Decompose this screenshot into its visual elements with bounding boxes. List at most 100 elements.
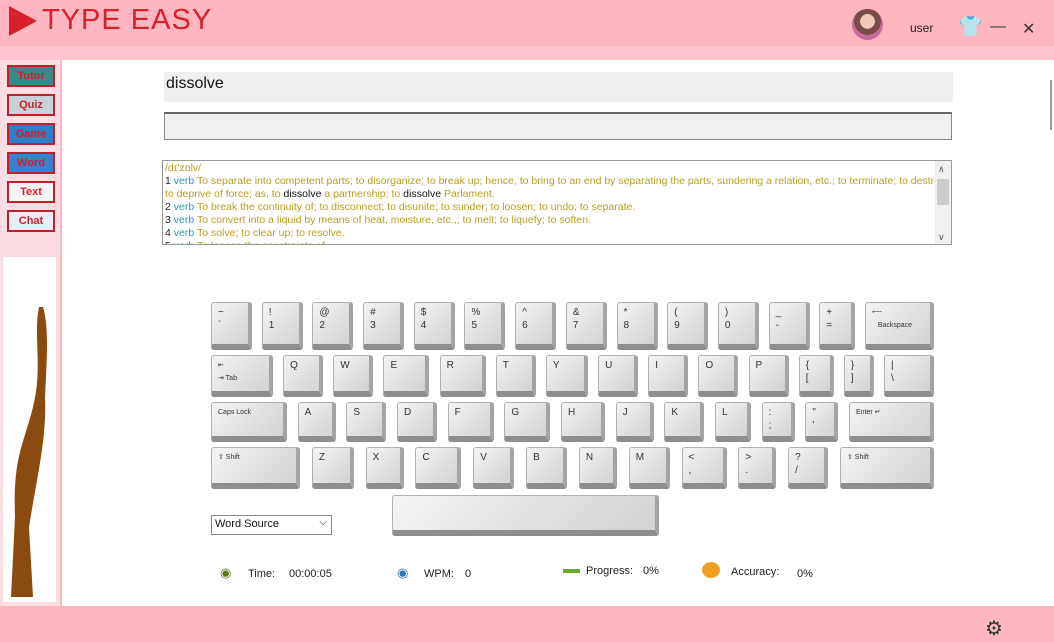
key---Tab[interactable]: ⇤ ⇥ Tab: [211, 355, 273, 397]
key--5[interactable]: % 5: [464, 302, 506, 350]
key-O[interactable]: O: [698, 355, 739, 397]
accuracy-value: 0%: [797, 568, 813, 580]
key-G[interactable]: G: [504, 402, 551, 442]
key-H[interactable]: H: [561, 402, 605, 442]
gear-icon[interactable]: ⚙: [985, 616, 1003, 641]
typing-input[interactable]: [164, 112, 952, 140]
key-W[interactable]: W: [333, 355, 374, 397]
key--6[interactable]: ^ 6: [515, 302, 557, 350]
key-J[interactable]: J: [615, 402, 654, 442]
nav-game-button[interactable]: Game: [7, 123, 55, 145]
window-edge: [1050, 80, 1052, 130]
key--7[interactable]: & 7: [565, 302, 607, 350]
part-of-speech: verb: [173, 175, 195, 187]
key--1[interactable]: ! 1: [261, 302, 303, 350]
key--[interactable]: } ]: [843, 355, 874, 397]
progress-label: Progress:: [586, 565, 634, 577]
logo-arrow-icon: [9, 6, 37, 36]
target-word: dissolve: [164, 72, 953, 102]
wpm-label: WPM:: [424, 568, 454, 580]
title-bar: TYPE EASY user 👕 — ✕: [0, 0, 1054, 46]
wpm-value: 0: [465, 568, 472, 580]
sense-text: To solve; to clear up; to resolve.: [196, 227, 345, 239]
sense-number: 2: [165, 201, 171, 213]
nav-chat-button[interactable]: Chat: [7, 210, 55, 232]
key-M[interactable]: M: [628, 447, 670, 489]
definition-box[interactable]: /dɪ'zɒlv/ 1 verb To separate into compet…: [162, 160, 952, 245]
key--[interactable]: : ;: [761, 402, 795, 442]
nav-quiz-button[interactable]: Quiz: [7, 94, 55, 116]
key-U[interactable]: U: [598, 355, 639, 397]
key-Q[interactable]: Q: [283, 355, 324, 397]
definition-sense: 1 verb To separate into competent parts;…: [165, 175, 949, 201]
key-R[interactable]: R: [439, 355, 486, 397]
wpm-icon: ◉: [397, 565, 409, 580]
key-C[interactable]: C: [415, 447, 462, 489]
key--3[interactable]: # 3: [363, 302, 405, 350]
key-B[interactable]: B: [526, 447, 568, 489]
key-S[interactable]: S: [346, 402, 387, 442]
key--Backspace[interactable]: ⟵ Backspace: [865, 302, 934, 350]
key--[interactable]: " ': [805, 402, 839, 442]
key--Shift[interactable]: ⇧ Shift: [840, 447, 934, 489]
nav-word-button[interactable]: Word: [7, 152, 55, 174]
sense-number: 4: [165, 227, 171, 239]
username[interactable]: user: [910, 21, 933, 35]
key-Z[interactable]: Z: [311, 447, 354, 489]
theme-shirt-icon[interactable]: 👕: [958, 14, 983, 39]
avatar[interactable]: [852, 9, 883, 40]
key-P[interactable]: P: [748, 355, 789, 397]
sense-text: a partnership; to: [321, 188, 404, 200]
key-Y[interactable]: Y: [545, 355, 588, 397]
key--4[interactable]: $ 4: [413, 302, 455, 350]
key--[interactable]: + =: [819, 302, 856, 350]
keyword: dissolve: [403, 188, 442, 200]
definition-scrollbar[interactable]: ∧ ∨: [935, 161, 951, 244]
key-F[interactable]: F: [447, 402, 494, 442]
key-L[interactable]: L: [715, 402, 751, 442]
key-D[interactable]: D: [397, 402, 437, 442]
key--[interactable]: ~ `: [211, 302, 252, 350]
close-button[interactable]: ✕: [1022, 19, 1035, 39]
key--0[interactable]: ) 0: [717, 302, 759, 350]
progress-icon: [563, 569, 580, 573]
part-of-speech: verb: [173, 201, 195, 213]
nav-tutor-button[interactable]: Tutor: [7, 65, 55, 87]
key-K[interactable]: K: [664, 402, 705, 442]
key-Caps-Lock[interactable]: Caps Lock: [211, 402, 287, 442]
key-space[interactable]: [392, 495, 659, 536]
key--[interactable]: { [: [798, 355, 834, 397]
key--Shift[interactable]: ⇧ Shift: [211, 447, 300, 489]
key-X[interactable]: X: [365, 447, 404, 489]
chevron-down-icon: ⌵: [319, 517, 327, 528]
key--9[interactable]: ( 9: [667, 302, 709, 350]
key-N[interactable]: N: [578, 447, 617, 489]
sense-text: To break the continuity of; to disconnec…: [196, 201, 636, 213]
giraffe-illustration: [3, 257, 56, 602]
minimize-button[interactable]: —: [990, 18, 1006, 36]
key--[interactable]: > .: [738, 447, 777, 489]
scroll-down-icon[interactable]: ∨: [938, 231, 945, 244]
definition-sense: 3 verb To convert into a liquid by means…: [165, 214, 949, 227]
scroll-up-icon[interactable]: ∧: [938, 163, 945, 176]
key-_--[interactable]: _ -: [768, 302, 810, 350]
sense-number: 3: [165, 214, 171, 226]
key--2[interactable]: @ 2: [312, 302, 354, 350]
key-I[interactable]: I: [648, 355, 689, 397]
key-T[interactable]: T: [495, 355, 536, 397]
key-Enter-[interactable]: Enter ↵: [849, 402, 934, 442]
key-V[interactable]: V: [473, 447, 515, 489]
sense-text: To loosen the constraints of.: [197, 240, 328, 244]
sidebar: Tutor Quiz Game Word Text Chat: [0, 60, 60, 606]
nav-text-button[interactable]: Text: [7, 181, 55, 203]
scroll-thumb[interactable]: [937, 179, 949, 205]
word-source-select[interactable]: Word Source ⌵: [211, 515, 332, 535]
key-A[interactable]: A: [297, 402, 336, 442]
key--[interactable]: | \: [884, 355, 934, 397]
key--8[interactable]: * 8: [616, 302, 658, 350]
key--[interactable]: < ,: [681, 447, 727, 489]
key--[interactable]: ? /: [788, 447, 829, 489]
footer-bar: [0, 606, 1054, 642]
definition-sense: 5 verb To loosen the constraints of.: [165, 240, 949, 244]
key-E[interactable]: E: [383, 355, 430, 397]
